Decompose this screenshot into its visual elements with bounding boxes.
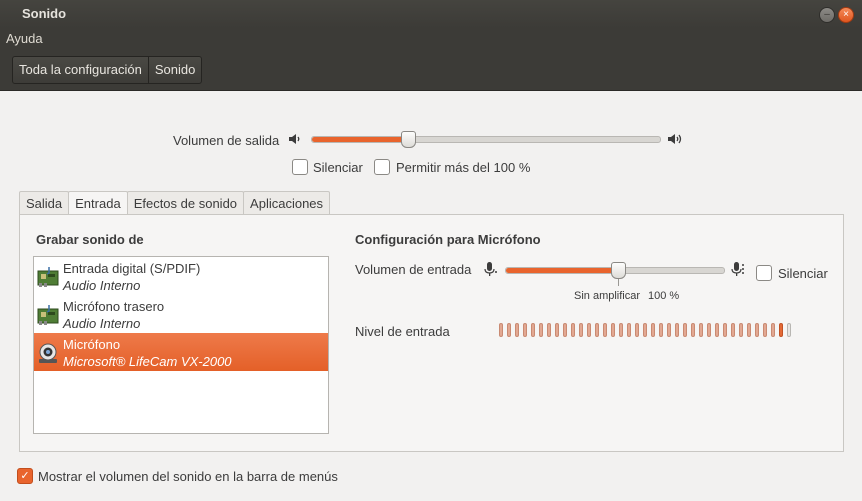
unamplified-tick xyxy=(618,279,619,286)
tab-sound-effects[interactable]: Efectos de sonido xyxy=(126,191,245,215)
level-segment xyxy=(595,323,599,337)
unamplified-percent: 100 % xyxy=(648,290,680,302)
show-volume-checkbox[interactable]: ✓ xyxy=(17,468,33,484)
output-mute-checkbox[interactable] xyxy=(292,159,308,175)
tab-applications[interactable]: Aplicaciones xyxy=(243,191,331,215)
show-volume-label: Mostrar el volumen del sonido en la barr… xyxy=(38,469,338,484)
device-name: Micrófono trasero xyxy=(63,299,165,314)
level-segment xyxy=(571,323,575,337)
tab-output[interactable]: Salida xyxy=(19,191,70,215)
level-segment xyxy=(739,323,743,337)
device-name: Micrófono xyxy=(63,337,121,352)
speaker-high-icon xyxy=(667,132,683,149)
level-segment xyxy=(563,323,567,337)
level-segment xyxy=(787,323,791,337)
tab-bar: Salida Entrada Efectos de sonido Aplicac… xyxy=(19,191,331,216)
level-segment xyxy=(579,323,583,337)
window-title: Sonido xyxy=(22,6,67,21)
sound-card-icon xyxy=(37,304,59,326)
tab-input[interactable]: Entrada xyxy=(68,191,128,216)
record-heading: Grabar sonido de xyxy=(36,232,144,247)
breadcrumb-all-settings[interactable]: Toda la configuración xyxy=(13,57,149,83)
input-level-label: Nivel de entrada xyxy=(355,324,450,339)
level-segment xyxy=(507,323,511,337)
input-volume-label: Volumen de entrada xyxy=(355,262,472,277)
level-segment xyxy=(659,323,663,337)
device-subtitle: Microsoft® LifeCam VX-2000 xyxy=(63,354,232,369)
input-device-list: Entrada digital (S/PDIF) Audio Interno M… xyxy=(33,256,329,434)
level-segment xyxy=(747,323,751,337)
level-segment xyxy=(523,323,527,337)
device-name: Entrada digital (S/PDIF) xyxy=(63,261,201,276)
level-segment xyxy=(731,323,735,337)
speaker-low-icon xyxy=(288,132,302,149)
level-segment xyxy=(555,323,559,337)
level-segment xyxy=(699,323,703,337)
level-segment xyxy=(771,323,775,337)
level-segment xyxy=(667,323,671,337)
minimize-button[interactable]: – xyxy=(819,7,835,23)
close-button[interactable]: × xyxy=(838,7,854,23)
level-segment xyxy=(643,323,647,337)
output-volume-label: Volumen de salida xyxy=(173,133,280,148)
breadcrumb: Toda la configuración Sonido xyxy=(12,56,203,84)
level-segment xyxy=(723,323,727,337)
level-segment xyxy=(691,323,695,337)
level-segment xyxy=(651,323,655,337)
level-segment xyxy=(587,323,591,337)
toolbar: Toda la configuración Sonido xyxy=(0,50,862,91)
input-volume-knob[interactable] xyxy=(611,262,627,279)
input-mute-checkbox[interactable] xyxy=(756,265,772,281)
input-mute-label: Silenciar xyxy=(778,266,828,281)
level-segment xyxy=(515,323,519,337)
breadcrumb-sound[interactable]: Sonido xyxy=(149,57,201,83)
output-volume-slider[interactable] xyxy=(311,136,661,143)
title-bar: Sonido – × xyxy=(0,0,862,28)
level-segment xyxy=(635,323,639,337)
level-segment xyxy=(779,323,783,337)
level-segment xyxy=(603,323,607,337)
device-item-rear-mic[interactable]: Micrófono trasero Audio Interno xyxy=(34,295,328,333)
level-segment xyxy=(619,323,623,337)
output-volume-fill xyxy=(312,137,410,142)
mic-high-icon xyxy=(731,261,747,280)
output-volume-knob[interactable] xyxy=(401,131,417,148)
menu-help[interactable]: Ayuda xyxy=(6,31,43,46)
level-segment xyxy=(715,323,719,337)
device-item-webcam-mic[interactable]: Micrófono Microsoft® LifeCam VX-2000 xyxy=(34,333,328,371)
level-segment xyxy=(611,323,615,337)
level-segment xyxy=(675,323,679,337)
device-item-spdif[interactable]: Entrada digital (S/PDIF) Audio Interno xyxy=(34,257,328,295)
level-segment xyxy=(547,323,551,337)
unamplified-label: Sin amplificar xyxy=(574,290,641,302)
level-segment xyxy=(499,323,503,337)
level-segment xyxy=(539,323,543,337)
input-volume-fill xyxy=(506,268,620,273)
overamplify-checkbox[interactable] xyxy=(374,159,390,175)
input-level-meter xyxy=(499,323,795,338)
level-segment xyxy=(755,323,759,337)
output-mute-label: Silenciar xyxy=(313,160,363,175)
level-segment xyxy=(707,323,711,337)
level-segment xyxy=(763,323,767,337)
config-heading: Configuración para Micrófono xyxy=(355,232,541,247)
level-segment xyxy=(531,323,535,337)
sound-card-icon xyxy=(37,266,59,288)
level-segment xyxy=(627,323,631,337)
level-segment xyxy=(683,323,687,337)
menu-bar: Ayuda xyxy=(0,28,862,50)
webcam-icon xyxy=(37,342,59,364)
device-subtitle: Audio Interno xyxy=(63,278,141,293)
mic-low-icon xyxy=(484,261,498,280)
device-subtitle: Audio Interno xyxy=(63,316,141,331)
overamplify-label: Permitir más del 100 % xyxy=(396,160,531,175)
